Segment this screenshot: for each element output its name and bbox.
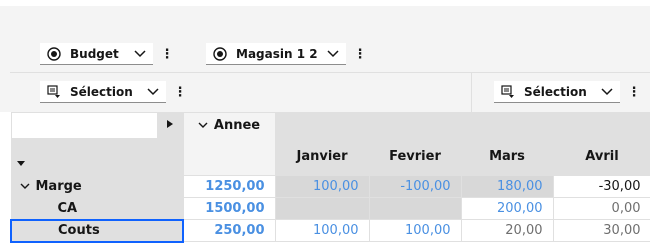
month-header[interactable]: Fevrier xyxy=(368,137,462,176)
cell-annee[interactable]: 1250,00 xyxy=(182,175,276,198)
selection-divider xyxy=(471,73,472,112)
toolbar-divider xyxy=(10,72,650,73)
cell-value[interactable]: 100,00 xyxy=(274,175,370,198)
row-axis-spacer xyxy=(156,137,184,176)
chevron-down-icon xyxy=(133,47,147,61)
year-header[interactable]: Annee xyxy=(182,112,276,138)
budget-dropdown[interactable]: Budget xyxy=(40,43,153,65)
radio-target-icon xyxy=(46,46,62,62)
cell-annee[interactable]: 1500,00 xyxy=(182,197,276,220)
row-label: Marge xyxy=(35,179,82,194)
cell-value[interactable]: 30,00 xyxy=(552,219,650,242)
budget-overflow-menu-icon[interactable]: ⋮ xyxy=(161,46,174,62)
row-header-marge[interactable]: Marge xyxy=(10,175,184,198)
chevron-down-icon xyxy=(20,183,29,189)
cell-value[interactable]: -30,00 xyxy=(552,175,650,198)
year-header-label: Annee xyxy=(213,117,261,133)
cell-value[interactable]: 0,00 xyxy=(552,197,650,220)
cell-value[interactable]: -100,00 xyxy=(368,175,462,198)
pivot-table: Annee Janvier Fevrier Mars Avril Marge 1… xyxy=(10,112,650,243)
corner-cell xyxy=(10,112,158,138)
right-selection-label: Sélection xyxy=(524,84,587,99)
selection-filter-icon xyxy=(46,84,62,100)
store-dropdown[interactable]: Magasin 1 2 xyxy=(206,43,346,65)
row-header-ca[interactable]: CA xyxy=(10,197,184,220)
table-row: CA 1500,00 200,00 0,00 xyxy=(10,197,650,220)
top-strip xyxy=(0,0,650,6)
month-header[interactable]: Janvier xyxy=(274,137,370,176)
left-selection-overflow-icon[interactable]: ⋮ xyxy=(174,84,187,100)
cell-value[interactable]: 100,00 xyxy=(274,219,370,242)
store-overflow-menu-icon[interactable]: ⋮ xyxy=(354,46,367,62)
right-selection-dropdown[interactable]: Sélection xyxy=(494,81,620,103)
row-axis-header[interactable] xyxy=(10,137,158,176)
cell-value[interactable]: 100,00 xyxy=(368,219,462,242)
expand-columns-toggle[interactable] xyxy=(156,112,184,138)
row-header-couts[interactable]: Couts xyxy=(10,218,184,243)
cell-value[interactable]: 180,00 xyxy=(460,175,554,198)
year-subheader xyxy=(182,137,276,176)
year-group-header xyxy=(274,112,650,138)
radio-target-icon xyxy=(212,46,228,62)
cell-value[interactable]: 200,00 xyxy=(460,197,554,220)
left-selection-label: Sélection xyxy=(70,84,133,99)
chevron-down-icon xyxy=(326,47,340,61)
chevron-down-icon xyxy=(600,85,614,99)
budget-dropdown-label: Budget xyxy=(70,46,119,61)
month-header[interactable]: Avril xyxy=(552,137,650,176)
caret-right-icon xyxy=(167,119,173,128)
cell-annee[interactable]: 250,00 xyxy=(182,219,276,242)
caret-down-icon xyxy=(16,160,25,166)
table-row: Marge 1250,00 100,00 -100,00 180,00 -30,… xyxy=(10,175,650,198)
chevron-down-icon xyxy=(146,85,160,99)
cell-value[interactable] xyxy=(274,197,370,220)
cell-value[interactable] xyxy=(368,197,462,220)
right-selection-overflow-icon[interactable]: ⋮ xyxy=(628,84,641,100)
left-selection-dropdown[interactable]: Sélection xyxy=(40,81,166,103)
cell-value[interactable]: 20,00 xyxy=(460,219,554,242)
selection-filter-icon xyxy=(500,84,516,100)
data-grid: Annee Janvier Fevrier Mars Avril Marge 1… xyxy=(10,112,650,243)
table-row: Couts 250,00 100,00 100,00 20,00 30,00 xyxy=(10,218,650,243)
store-dropdown-label: Magasin 1 2 xyxy=(236,46,318,61)
chevron-down-icon xyxy=(198,122,208,128)
month-header[interactable]: Mars xyxy=(460,137,554,176)
